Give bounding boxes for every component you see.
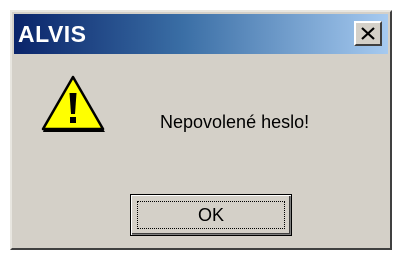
title-bar[interactable]: ALVIS (14, 14, 388, 54)
warning-icon (40, 74, 106, 134)
message-dialog: ALVIS Nepovolené heslo! OK (10, 10, 392, 250)
ok-button-label: OK (197, 204, 224, 225)
ok-button[interactable]: OK (130, 194, 292, 236)
close-icon (361, 27, 375, 40)
window-title: ALVIS (18, 21, 87, 47)
error-message: Nepovolené heslo! (160, 112, 310, 132)
close-button[interactable] (354, 21, 382, 46)
focus-rectangle: OK (137, 201, 285, 229)
